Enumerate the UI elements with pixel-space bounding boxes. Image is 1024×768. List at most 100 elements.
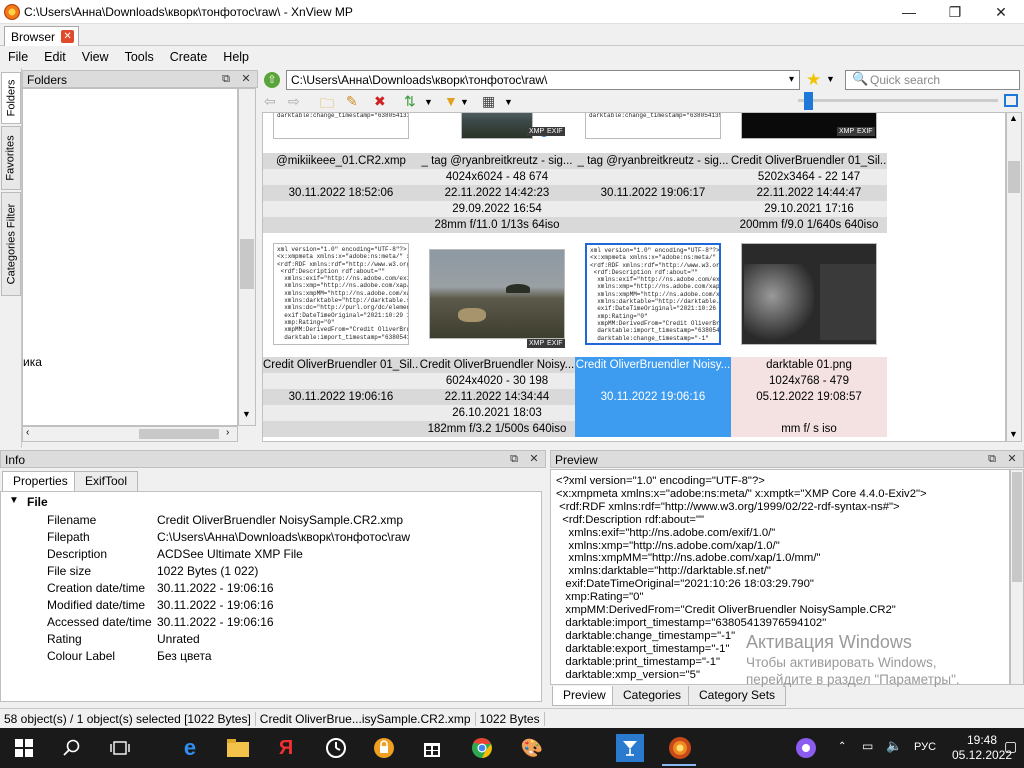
menu-file[interactable]: File bbox=[0, 50, 36, 64]
scroll-right-icon[interactable]: › bbox=[226, 427, 229, 438]
volume-icon[interactable]: 🔈 bbox=[886, 738, 902, 754]
undock-icon[interactable]: ⧉ bbox=[219, 72, 233, 86]
scroll-thumb[interactable] bbox=[139, 429, 219, 439]
side-tab-favorites[interactable]: Favorites bbox=[1, 126, 21, 190]
menu-bar: File Edit View Tools Create Help bbox=[0, 46, 1024, 68]
folders-horizontal-scrollbar[interactable]: ‹ › bbox=[22, 426, 238, 442]
tab-properties[interactable]: Properties bbox=[2, 471, 79, 491]
alice-assistant-icon[interactable] bbox=[792, 734, 820, 762]
address-dropdown-icon[interactable]: ▾ bbox=[784, 71, 799, 89]
scroll-thumb[interactable] bbox=[240, 239, 254, 289]
prop-value: 30.11.2022 - 19:06:16 bbox=[157, 615, 274, 629]
side-tab-categories-filter-label: Categories Filter bbox=[5, 203, 18, 285]
paint-app-icon[interactable]: 🎨 bbox=[518, 734, 546, 762]
thumbnail-size-slider-handle[interactable] bbox=[804, 92, 813, 110]
tab-exiftool[interactable]: ExifTool bbox=[74, 471, 139, 491]
xnview-taskbar-icon[interactable] bbox=[666, 734, 694, 762]
menu-create[interactable]: Create bbox=[162, 50, 216, 64]
search-icon[interactable] bbox=[58, 734, 86, 762]
tray-chevron-icon[interactable]: ⌃ bbox=[838, 741, 846, 752]
maximize-button[interactable]: ❐ bbox=[932, 0, 978, 24]
tab-browser-label: Browser bbox=[11, 29, 56, 44]
menu-view[interactable]: View bbox=[74, 50, 117, 64]
prop-value: Unrated bbox=[157, 632, 200, 646]
thumbnail-image bbox=[741, 243, 877, 345]
security-app-icon[interactable] bbox=[370, 734, 398, 762]
edge-browser-icon[interactable]: e bbox=[176, 734, 204, 762]
minimize-button[interactable]: — bbox=[886, 0, 932, 24]
menu-help[interactable]: Help bbox=[215, 50, 257, 64]
input-language-indicator[interactable]: РУС bbox=[914, 741, 936, 753]
view-mode-icon[interactable]: ▦ bbox=[482, 93, 495, 110]
clock-app-icon[interactable] bbox=[322, 734, 350, 762]
network-icon[interactable]: ▭ bbox=[862, 739, 873, 753]
panel-close-icon[interactable]: ✕ bbox=[239, 72, 253, 86]
preview-scrollbar[interactable] bbox=[1010, 469, 1024, 685]
tab-category-sets[interactable]: Category Sets bbox=[688, 686, 787, 706]
thumbnail-filename: Credit OliverBruendler Noisy... bbox=[419, 357, 575, 373]
watermark-title: Активация Windows bbox=[746, 632, 912, 652]
tab-browser[interactable]: Browser ✕ bbox=[4, 26, 80, 46]
delete-icon[interactable]: ✖ bbox=[374, 93, 386, 110]
tab-preview[interactable]: Preview bbox=[552, 686, 617, 706]
forward-icon[interactable]: ⇨ bbox=[288, 93, 300, 110]
scroll-thumb[interactable] bbox=[1008, 161, 1020, 193]
tab-close-icon[interactable]: ✕ bbox=[61, 30, 75, 43]
panel-layout-icon[interactable] bbox=[1004, 94, 1018, 107]
go-up-icon[interactable]: ⇧ bbox=[264, 72, 280, 88]
thumbnail-grid[interactable]: xmpRating="0" xmpMM:DerivedFrom="@mikiik… bbox=[262, 112, 1006, 442]
close-button[interactable]: ✕ bbox=[978, 0, 1024, 24]
yandex-browser-icon[interactable]: Я bbox=[272, 734, 300, 762]
xmp-badge: XMP bbox=[527, 127, 547, 136]
collapse-icon[interactable]: ▼ bbox=[9, 495, 19, 506]
scroll-up-icon[interactable]: ▲ bbox=[1009, 113, 1018, 123]
store-icon[interactable] bbox=[418, 734, 446, 762]
properties-list: ▼ File Filename Credit OliverBruendler N… bbox=[0, 491, 542, 702]
cocktail-app-icon[interactable] bbox=[616, 734, 644, 762]
rename-icon[interactable]: ✎ bbox=[346, 93, 358, 110]
notifications-icon[interactable]: ▢ bbox=[1004, 738, 1017, 755]
back-icon[interactable]: ⇦ bbox=[264, 93, 276, 110]
thumbnail-xml-text: xmpRating="0" xmpMM:DerivedFrom="@mikiik… bbox=[277, 112, 409, 119]
thumbnail-image bbox=[461, 113, 533, 139]
thumbnail-info bbox=[263, 373, 419, 389]
favorites-dropdown-icon[interactable]: ▼ bbox=[826, 74, 835, 84]
side-tab-categories-filter[interactable]: Categories Filter bbox=[1, 192, 21, 296]
menu-tools[interactable]: Tools bbox=[117, 50, 162, 64]
scroll-down-icon[interactable]: ▼ bbox=[242, 409, 251, 419]
undock-icon[interactable]: ⧉ bbox=[985, 452, 999, 466]
move-copy-icon[interactable]: ⇅ bbox=[404, 93, 416, 110]
thumbnail-info: 1024x768 - 479 bbox=[731, 373, 887, 389]
thumbnail-info bbox=[575, 405, 731, 421]
folders-tree[interactable]: ика bbox=[22, 88, 238, 426]
tab-categories[interactable]: Categories bbox=[612, 686, 693, 706]
prop-label: Creation date/time bbox=[47, 581, 146, 595]
undock-icon[interactable]: ⧉ bbox=[507, 452, 521, 466]
thumbnail-grid-scrollbar[interactable]: ▲ ▼ bbox=[1006, 112, 1022, 442]
thumbnail-info: 6024x4020 - 30 198 bbox=[419, 373, 575, 389]
scroll-left-icon[interactable]: ‹ bbox=[26, 427, 29, 438]
active-app-indicator bbox=[662, 764, 696, 766]
filter-icon[interactable]: ▼ bbox=[444, 93, 458, 109]
filter-dropdown-icon[interactable]: ▼ bbox=[460, 97, 469, 107]
tree-item[interactable]: ика bbox=[23, 355, 42, 369]
scroll-thumb[interactable] bbox=[1012, 472, 1022, 582]
folders-vertical-scrollbar[interactable]: ▼ bbox=[238, 88, 256, 426]
file-explorer-icon[interactable] bbox=[224, 734, 252, 762]
menu-edit[interactable]: Edit bbox=[36, 50, 74, 64]
task-view-icon[interactable] bbox=[106, 734, 134, 762]
address-bar[interactable]: C:\Users\Анна\Downloads\кворк\тонфотос\r… bbox=[286, 70, 800, 90]
scroll-down-icon[interactable]: ▼ bbox=[1009, 429, 1018, 439]
panel-close-icon[interactable]: ✕ bbox=[527, 452, 541, 466]
view-mode-dropdown-icon[interactable]: ▼ bbox=[504, 97, 513, 107]
thumbnail-image bbox=[429, 249, 565, 339]
chrome-icon[interactable] bbox=[468, 734, 496, 762]
thumbnail-size-slider-track[interactable] bbox=[798, 99, 998, 102]
panel-close-icon[interactable]: ✕ bbox=[1005, 452, 1019, 466]
move-dropdown-icon[interactable]: ▼ bbox=[424, 97, 433, 107]
thumbnail-info bbox=[575, 217, 731, 233]
windows-start-icon[interactable] bbox=[10, 734, 38, 762]
side-tab-folders[interactable]: Folders bbox=[1, 72, 21, 124]
favorites-star-icon[interactable]: ★ bbox=[806, 70, 821, 90]
quick-search-input[interactable]: Quick search bbox=[845, 70, 1020, 90]
